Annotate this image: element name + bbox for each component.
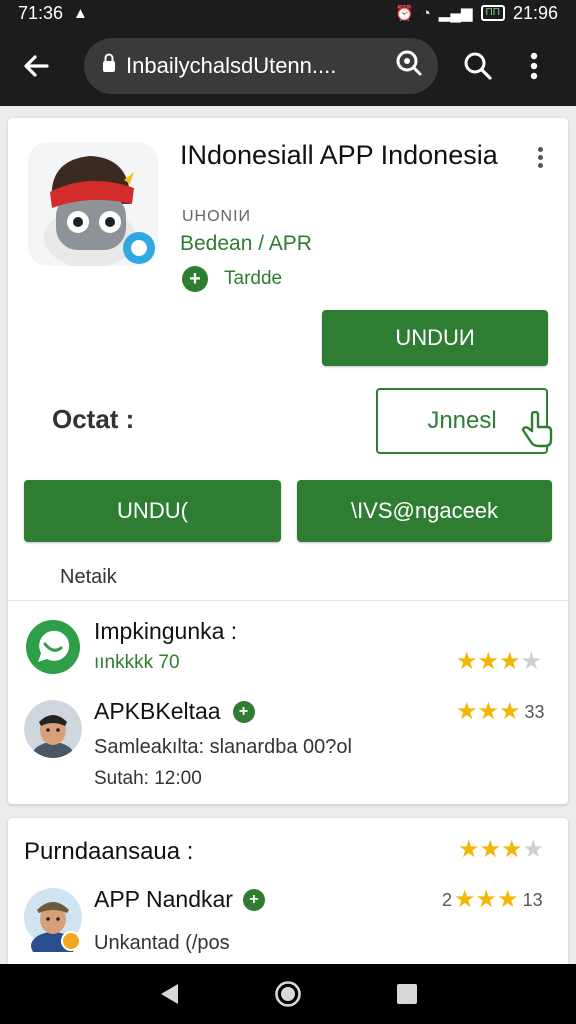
review-name: APP Nandkar bbox=[94, 886, 233, 912]
review-count: 33 bbox=[524, 702, 545, 722]
review-count: 13 bbox=[522, 890, 543, 910]
nav-recents-icon[interactable] bbox=[387, 974, 427, 1014]
review-text: Samleakılta: slanardba 00?ol bbox=[94, 736, 352, 758]
review-stars: ★ ★ ★ ★ bbox=[456, 648, 543, 675]
status-time-left: 71:36 bbox=[18, 2, 64, 23]
action-button[interactable]: \IVS@ngaceek bbox=[297, 480, 552, 542]
verified-icon: + bbox=[242, 888, 265, 911]
review-prefix: 2 bbox=[442, 890, 453, 910]
whatsapp-icon bbox=[24, 618, 82, 676]
wifi-icon: ◔ bbox=[421, 4, 431, 22]
lens-icon[interactable] bbox=[394, 48, 424, 84]
notification-icon: ▲ bbox=[73, 4, 88, 22]
list-item[interactable]: APKBKeltaa + ★ ★ ★ 33 Samleakılta: slanard… bbox=[8, 696, 568, 796]
install-button[interactable]: UNDUИ bbox=[322, 310, 548, 366]
system-nav-bar bbox=[0, 964, 576, 1024]
section-title: Purndaansaua : bbox=[24, 838, 194, 865]
search-icon[interactable] bbox=[458, 46, 498, 86]
app-title: INdonesiall APP Indonesia bbox=[180, 140, 498, 170]
alarm-icon: ⏰ bbox=[395, 4, 414, 22]
hand-pointer-icon bbox=[520, 410, 554, 456]
review-name: Impkingunka : bbox=[94, 618, 238, 644]
review-name-row: APKBKeltaa + bbox=[94, 698, 255, 725]
outline-button[interactable]: Jnnesl bbox=[376, 388, 553, 454]
status-time-right: 21:96 bbox=[512, 2, 558, 23]
status-bar: 71:36 ▲ ⏰ ◔ ▂▄▆ ΠΠ 21:96 bbox=[0, 0, 576, 26]
list-item[interactable]: Impkingunka : ıınkkkk 70 ★ ★ ★ ★ bbox=[8, 612, 568, 692]
back-arrow-icon[interactable] bbox=[16, 46, 56, 86]
review-sub: ıınkkkk 70 bbox=[94, 652, 180, 673]
review-stars: ★ ★ ★ 33 bbox=[456, 698, 545, 725]
ratings-card: Purndaansaua : ★ ★ ★ ★ APP Nandkar + 2 ★ ★ ★ … bbox=[8, 818, 568, 968]
section-sub-label[interactable]: Netaik bbox=[60, 566, 117, 589]
review-time: Sutah: 12:00 bbox=[94, 768, 202, 789]
card-more-icon[interactable] bbox=[530, 144, 550, 172]
section-stars: ★ ★ ★ ★ bbox=[458, 836, 545, 863]
avatar bbox=[24, 700, 82, 758]
battery-icon: ΠΠ bbox=[480, 5, 505, 21]
url-text: InbailychalsdUtenn.... bbox=[126, 53, 337, 78]
review-name-row: APP Nandkar + bbox=[94, 886, 265, 913]
avatar bbox=[24, 888, 82, 960]
url-bar[interactable]: InbailychalsdUtenn.... bbox=[84, 38, 438, 94]
app-developer[interactable]: UHONIИ bbox=[182, 208, 251, 226]
divider bbox=[8, 600, 568, 601]
app-badge: + Tardde bbox=[182, 266, 282, 292]
plus-circle-icon: + bbox=[182, 266, 208, 292]
app-icon[interactable] bbox=[28, 142, 158, 266]
review-text: Unkantad (/pos bbox=[94, 932, 230, 954]
browser-toolbar: InbailychalsdUtenn.... bbox=[0, 26, 576, 106]
lock-icon bbox=[102, 53, 116, 79]
review-stars: 2 ★ ★ ★ 13 bbox=[442, 886, 543, 913]
app-badge-text: Tardde bbox=[224, 268, 283, 289]
app-details-card: INdonesiall APP Indonesia UHONIИ Bedean … bbox=[8, 118, 568, 804]
outline-button-label: Jnnesl bbox=[427, 407, 497, 434]
detail-label: Octat : bbox=[52, 404, 135, 434]
signal-icon: ▂▄▆ bbox=[438, 4, 473, 22]
nav-home-icon[interactable] bbox=[268, 974, 308, 1014]
review-name: APKBKeltaa bbox=[94, 698, 221, 724]
more-vert-icon[interactable] bbox=[514, 46, 554, 86]
nav-back-icon[interactable] bbox=[149, 974, 189, 1014]
app-category[interactable]: Bedean / APR bbox=[180, 232, 312, 256]
install-button-secondary[interactable]: UNDU( bbox=[24, 480, 281, 542]
verified-icon: + bbox=[232, 700, 255, 723]
list-item[interactable]: APP Nandkar + 2 ★ ★ ★ 13 Unkantad (/pos bbox=[8, 884, 568, 968]
